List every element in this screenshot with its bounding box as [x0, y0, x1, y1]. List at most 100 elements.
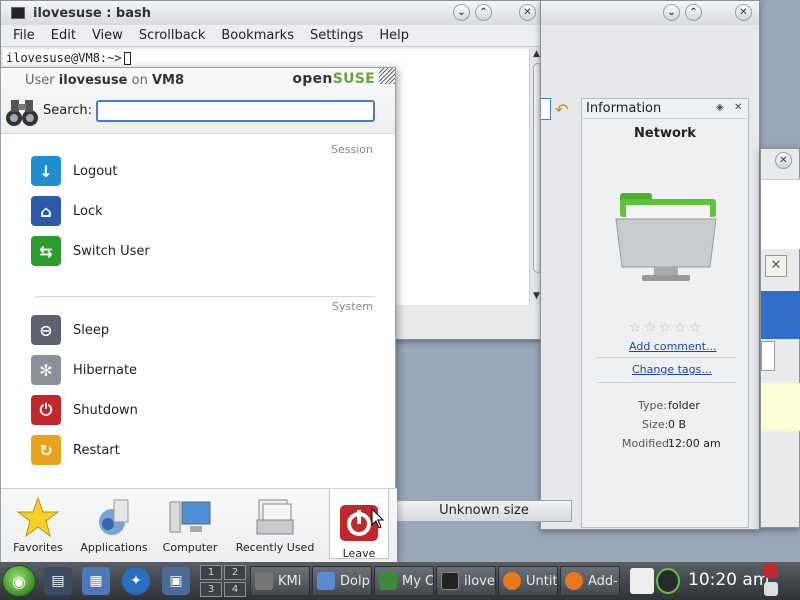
- restart-item[interactable]: ↻ Restart: [31, 433, 361, 467]
- search-input[interactable]: [96, 100, 375, 122]
- scroll-down-icon[interactable]: ▼: [533, 291, 540, 301]
- maximize-button[interactable]: ⌃: [475, 4, 492, 21]
- task-label: Add-: [588, 573, 618, 589]
- menu-edit[interactable]: Edit: [43, 28, 84, 43]
- user-on: on: [131, 73, 148, 88]
- information-panel-header: Information ◈ ✕: [582, 99, 748, 119]
- folder-icon: [615, 193, 717, 281]
- virtual-desktop-pager[interactable]: 1 2 3 4: [200, 565, 246, 597]
- tab-favorites[interactable]: Favorites: [1, 495, 75, 559]
- close-button[interactable]: ✕: [519, 4, 536, 21]
- web-browser-icon[interactable]: ✦: [122, 567, 150, 595]
- menu-bookmarks[interactable]: Bookmarks: [213, 28, 302, 43]
- rating-star-icon[interactable]: ☆: [688, 321, 702, 335]
- dolphin-minimize-button[interactable]: ⌄: [663, 4, 680, 21]
- close-panel-icon[interactable]: ✕: [734, 102, 742, 113]
- menu-view[interactable]: View: [84, 28, 131, 43]
- location-bar-edge[interactable]: [541, 98, 551, 120]
- hibernate-item[interactable]: ✻ Hibernate: [31, 353, 361, 387]
- lock-icon: ⌂: [31, 196, 61, 226]
- rating-star-icon[interactable]: ☆: [628, 321, 642, 335]
- star-icon: [15, 495, 61, 539]
- background-window-content: [761, 179, 800, 249]
- add-comment-link[interactable]: Add comment...: [629, 340, 717, 353]
- mouse-cursor-icon: [371, 508, 385, 529]
- dismiss-icon[interactable]: ✕: [765, 255, 787, 277]
- switch-user-item[interactable]: ⇆ Switch User: [31, 234, 361, 268]
- minimize-button[interactable]: ⌄: [453, 4, 470, 21]
- scroll-up-icon[interactable]: ▲: [533, 49, 540, 59]
- user-info: User ilovesuse on VM8: [25, 73, 184, 88]
- status-bar-size: Unknown size: [396, 500, 572, 522]
- kickoff-header: User ilovesuse on VM8 openSUSE Search:: [1, 68, 395, 134]
- background-close-button[interactable]: ✕: [775, 152, 792, 169]
- update-applet-icon[interactable]: [656, 568, 680, 594]
- section-divider: [35, 296, 375, 297]
- show-desktop-icon[interactable]: ▤: [44, 567, 72, 595]
- desktop-4[interactable]: 4: [224, 582, 246, 597]
- task-untitled[interactable]: Untit: [498, 566, 558, 596]
- undo-icon[interactable]: ↶: [555, 100, 568, 119]
- panel-toolbox-icon[interactable]: [764, 582, 778, 596]
- rating-star-icon[interactable]: ☆: [658, 321, 672, 335]
- task-label: Untit: [526, 573, 558, 589]
- terminal-cursor: [123, 52, 131, 65]
- terminal-prompt: ilovesuse@VM8:~>: [6, 51, 122, 65]
- rating-stars[interactable]: ☆ ☆ ☆ ☆ ☆: [628, 321, 702, 335]
- information-panel: Information ◈ ✕ Network ☆ ☆ ☆ ☆ ☆ Add co…: [581, 98, 749, 528]
- dolphin-titlebar[interactable]: ⌄ ⌃ ✕: [541, 1, 759, 25]
- dolphin-close-button[interactable]: ✕: [735, 4, 752, 21]
- clock[interactable]: 10:20 am: [688, 570, 769, 590]
- type-label: Type:: [638, 399, 667, 412]
- menu-help[interactable]: Help: [371, 28, 417, 43]
- rating-star-icon[interactable]: ☆: [673, 321, 687, 335]
- background-highlight: [761, 383, 800, 431]
- restart-icon: ↻: [31, 435, 61, 465]
- tab-computer[interactable]: Computer: [153, 495, 227, 559]
- terminal-titlebar[interactable]: ilovesuse : bash ⌄ ⌃ ✕: [1, 1, 545, 25]
- dolphin-maximize-button[interactable]: ⌃: [685, 4, 702, 21]
- menu-scrollback[interactable]: Scrollback: [131, 28, 214, 43]
- dolphin-icon: [317, 572, 335, 590]
- desktop-2[interactable]: 2: [224, 565, 246, 580]
- resize-grip[interactable]: [379, 68, 395, 84]
- sleep-icon: ⊖: [31, 315, 61, 345]
- task-add-ons[interactable]: Add-: [560, 566, 620, 596]
- float-panel-icon[interactable]: ◈: [716, 102, 724, 113]
- terminal-icon: [441, 572, 459, 590]
- task-label: KMi: [278, 573, 302, 589]
- sleep-item[interactable]: ⊖ Sleep: [31, 313, 361, 347]
- rating-star-icon[interactable]: ☆: [643, 321, 657, 335]
- shutdown-label: Shutdown: [73, 402, 138, 418]
- desktop-1[interactable]: 1: [200, 565, 222, 580]
- tab-applications[interactable]: Applications: [77, 495, 151, 559]
- logout-item[interactable]: ↓ Logout: [31, 154, 361, 188]
- dolphin-window: ⌄ ⌃ ✕ ↶ Information ◈ ✕ Network ☆ ☆ ☆ ☆ …: [540, 0, 760, 530]
- desktop-3[interactable]: 3: [200, 582, 222, 597]
- power-icon[interactable]: [764, 564, 778, 578]
- background-input[interactable]: [761, 341, 775, 371]
- task-kmix[interactable]: KMi: [250, 566, 310, 596]
- file-manager-icon[interactable]: ▦: [82, 567, 110, 595]
- switch-user-icon: ⇆: [31, 236, 61, 266]
- task-my-computer[interactable]: My C: [374, 566, 434, 596]
- shutdown-item[interactable]: ⏻ Shutdown: [31, 393, 361, 427]
- information-panel-title: Information: [586, 101, 662, 116]
- menu-settings[interactable]: Settings: [302, 28, 371, 43]
- opensuse-logo: openSUSE: [292, 71, 375, 87]
- divider: [596, 357, 736, 358]
- task-label: My C: [402, 573, 434, 589]
- clipboard-icon[interactable]: [630, 568, 654, 594]
- brand-open: open: [292, 71, 333, 87]
- lock-item[interactable]: ⌂ Lock: [31, 194, 361, 228]
- change-tags-link[interactable]: Change tags...: [632, 363, 712, 376]
- desktop-switch-icon[interactable]: ▣: [162, 567, 190, 595]
- tab-recently-used-label: Recently Used: [235, 541, 315, 554]
- tab-recently-used[interactable]: Recently Used: [235, 495, 315, 559]
- tab-computer-label: Computer: [162, 541, 218, 554]
- kickoff-launcher-button[interactable]: ◉: [2, 565, 36, 597]
- task-dolphin[interactable]: Dolp: [312, 566, 372, 596]
- task-terminal[interactable]: ilove: [436, 566, 496, 596]
- menu-file[interactable]: File: [5, 28, 43, 43]
- system-header: System: [331, 300, 373, 313]
